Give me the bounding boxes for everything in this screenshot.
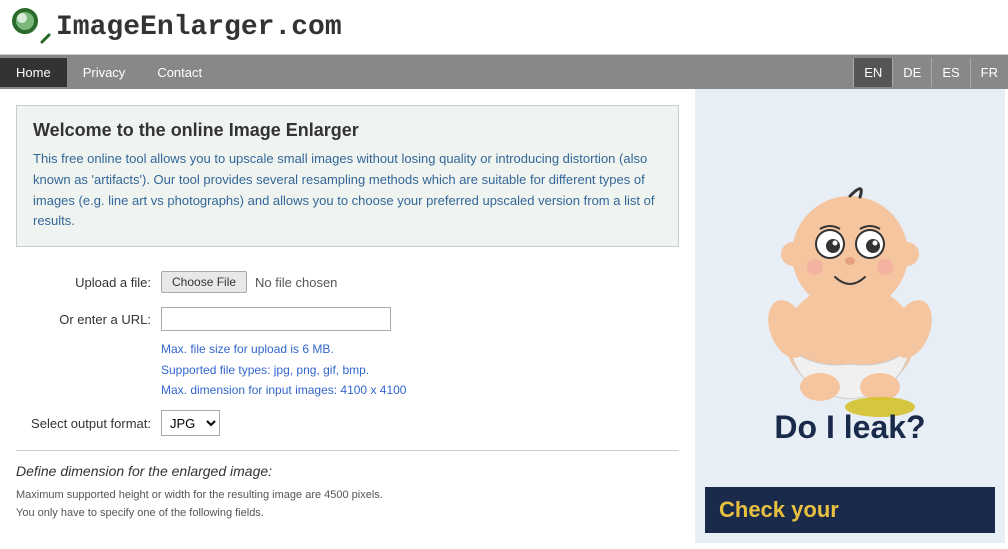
- check-your-text: Check your: [719, 497, 839, 522]
- upload-control: Choose File No file chosen: [161, 271, 337, 293]
- format-select[interactable]: JPG PNG GIF BMP: [161, 410, 220, 436]
- form-area: Upload a file: Choose File No file chose…: [16, 267, 679, 526]
- nav-bar: Home Privacy Contact EN DE ES FR: [0, 55, 1008, 89]
- define-label-text: Define dimension for the enlarged image:: [16, 463, 679, 479]
- site-title: ImageEnlarger.com: [56, 12, 342, 43]
- format-label: Select output format:: [16, 416, 161, 431]
- no-file-text: No file chosen: [255, 275, 337, 290]
- nav-contact[interactable]: Contact: [141, 58, 218, 87]
- lang-en[interactable]: EN: [853, 58, 892, 87]
- language-area: EN DE ES FR: [853, 58, 1008, 87]
- content-area: Welcome to the online Image Enlarger Thi…: [0, 89, 695, 543]
- nav-privacy[interactable]: Privacy: [67, 58, 142, 87]
- lang-de[interactable]: DE: [892, 58, 931, 87]
- format-row: Select output format: JPG PNG GIF BMP: [16, 410, 679, 436]
- do-leak-text: Do I leak?: [774, 409, 925, 446]
- welcome-box: Welcome to the online Image Enlarger Thi…: [16, 105, 679, 247]
- sidebar-bottom: Check your: [705, 487, 995, 533]
- small-text-line2: You only have to specify one of the foll…: [16, 505, 679, 523]
- url-control: [161, 307, 391, 331]
- baby-cartoon: [720, 139, 980, 419]
- url-label: Or enter a URL:: [16, 312, 161, 327]
- format-control: JPG PNG GIF BMP: [161, 410, 220, 436]
- main-content: Welcome to the online Image Enlarger Thi…: [0, 89, 1008, 543]
- divider: [16, 450, 679, 451]
- header: ImageEnlarger.com: [0, 0, 1008, 55]
- url-input[interactable]: [161, 307, 391, 331]
- lang-fr[interactable]: FR: [970, 58, 1008, 87]
- welcome-heading: Welcome to the online Image Enlarger: [33, 120, 662, 141]
- choose-file-button[interactable]: Choose File: [161, 271, 247, 293]
- info-line2: Supported file types: jpg, png, gif, bmp…: [161, 360, 679, 380]
- magnifier-handle: [40, 33, 51, 44]
- info-line3: Max. dimension for input images: 4100 x …: [161, 380, 679, 400]
- nav-home[interactable]: Home: [0, 58, 67, 87]
- magnifier-inner: [17, 13, 27, 23]
- sidebar: Do I leak? Check your: [695, 89, 1005, 543]
- small-text-line1: Maximum supported height or width for th…: [16, 487, 679, 505]
- define-dimension-label: Define dimension for the enlarged image:…: [16, 463, 679, 522]
- sidebar-baby-area: Do I leak?: [705, 99, 995, 487]
- info-line1: Max. file size for upload is 6 MB.: [161, 339, 679, 359]
- upload-row: Upload a file: Choose File No file chose…: [16, 271, 679, 293]
- lang-es[interactable]: ES: [931, 58, 969, 87]
- url-row: Or enter a URL:: [16, 307, 679, 331]
- info-text-area: Max. file size for upload is 6 MB. Suppo…: [161, 339, 679, 400]
- logo-icon: [12, 8, 50, 46]
- welcome-body: This free online tool allows you to upsc…: [33, 149, 662, 232]
- upload-label: Upload a file:: [16, 275, 161, 290]
